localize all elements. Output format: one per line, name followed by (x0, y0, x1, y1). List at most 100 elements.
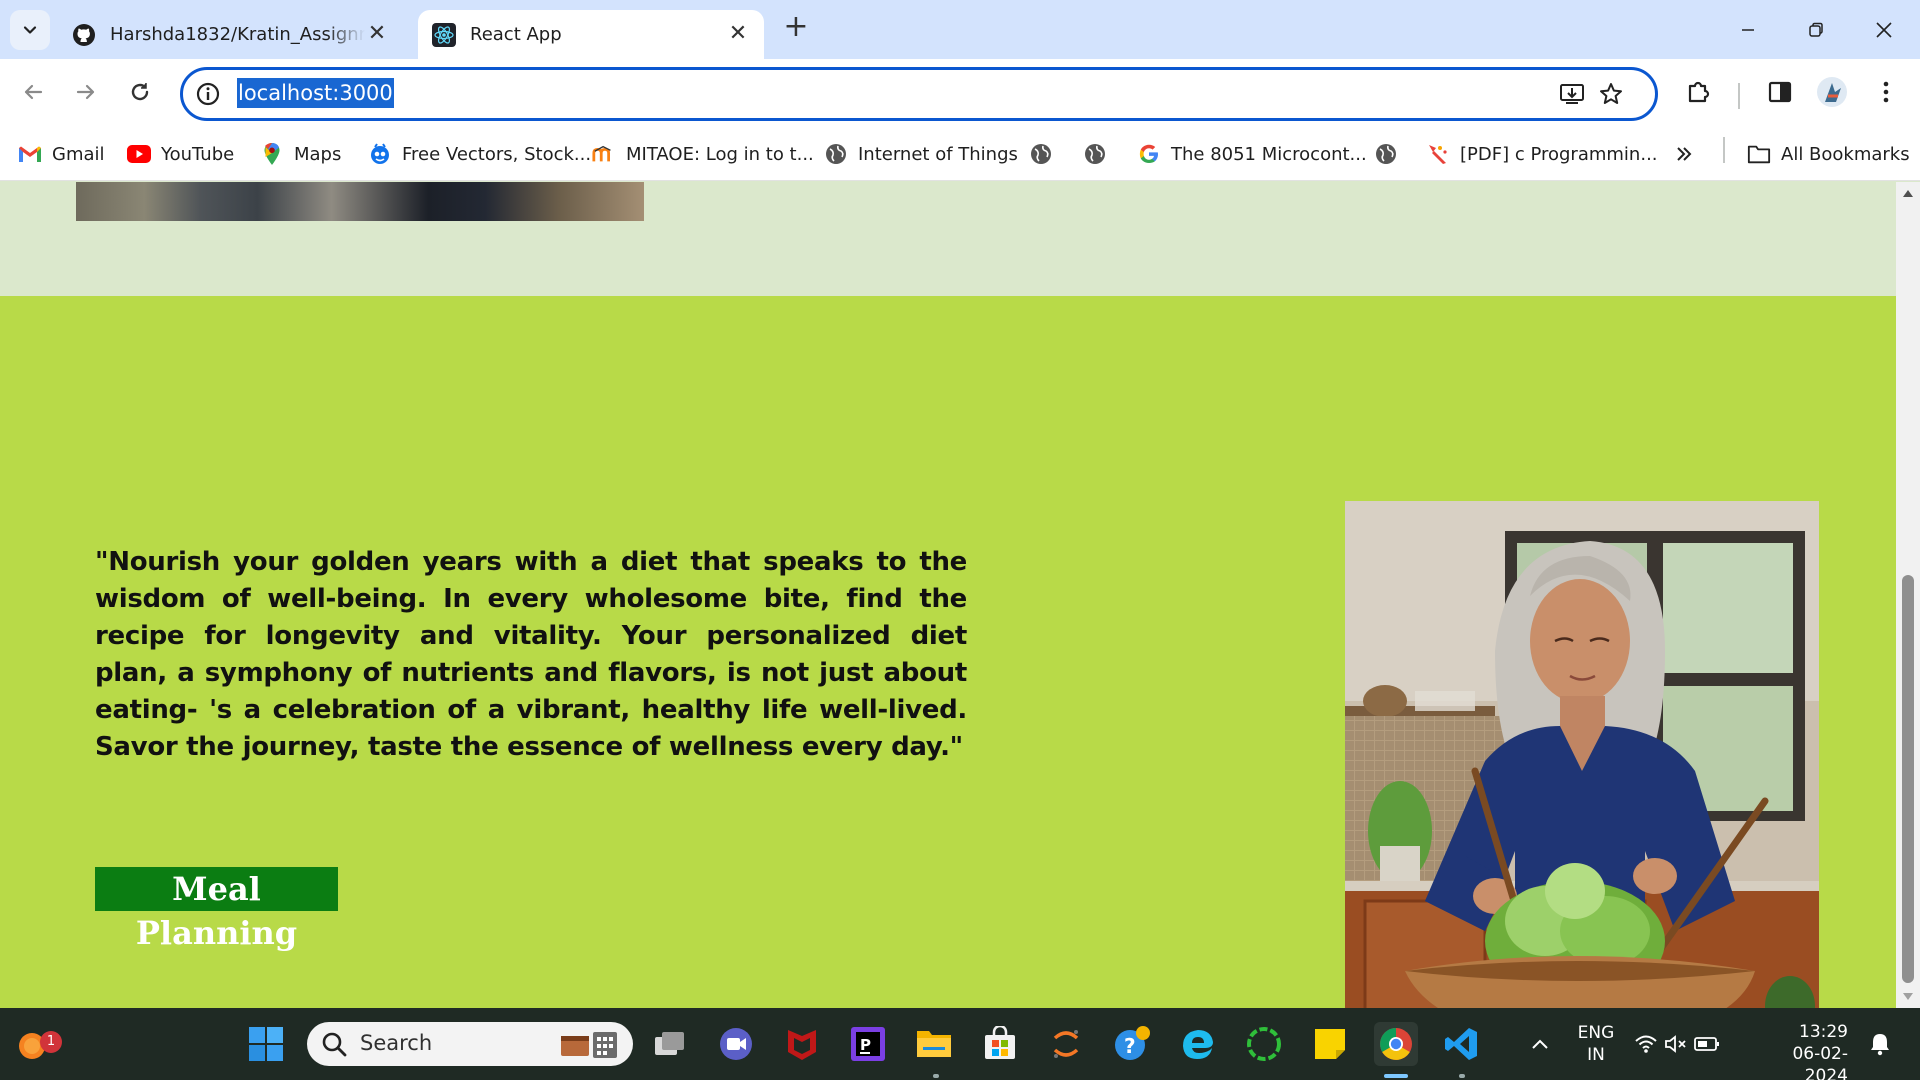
site-info-icon[interactable] (195, 81, 221, 107)
restore-button[interactable] (1794, 8, 1838, 52)
scrollbar-thumb[interactable] (1902, 575, 1914, 983)
chrome-active-indicator (1384, 1074, 1408, 1078)
forward-button[interactable] (66, 72, 106, 112)
bookmark-label: Maps (294, 143, 342, 165)
bookmark-freepik[interactable]: Free Vectors, Stock... (368, 139, 591, 169)
globe-icon (1083, 142, 1107, 166)
battery-icon (1694, 1037, 1719, 1051)
back-button[interactable] (13, 72, 53, 112)
clock[interactable]: 13:29 06-02-2024 (1752, 1021, 1848, 1080)
close-tab-icon[interactable]: ✕ (726, 22, 750, 47)
date-label: 06-02-2024 (1792, 1044, 1848, 1080)
new-tab-button[interactable]: + (779, 12, 813, 46)
bookmark-star-icon[interactable] (1596, 79, 1626, 109)
bookmarks-bar: Gmail YouTube Maps Free Vectors, Stock..… (0, 129, 1920, 181)
puzzle-icon (1688, 81, 1710, 103)
widgets-button[interactable]: 1 (10, 1022, 62, 1066)
pdf-icon (1426, 142, 1450, 166)
help-icon: ? (1115, 1026, 1150, 1060)
chrome-icon (1380, 1028, 1412, 1060)
edge-icon (1183, 1030, 1213, 1059)
bookmarks-overflow-button[interactable] (1674, 139, 1694, 169)
address-bar[interactable]: localhost:3000 (180, 67, 1658, 121)
close-icon (1876, 22, 1892, 38)
tab-github[interactable]: Harshda1832/Kratin_Assignment ✕ (58, 10, 403, 59)
bookmark-maps[interactable]: Maps (260, 139, 341, 169)
volume-muted-icon (1665, 1035, 1686, 1053)
search-highlight-icon (561, 1032, 617, 1058)
all-bookmarks-button[interactable]: All Bookmarks (1747, 139, 1910, 169)
edge-app[interactable] (1176, 1022, 1220, 1066)
diet-quote: "Nourish your golden years with a diet t… (95, 547, 967, 762)
install-app-icon[interactable] (1557, 79, 1587, 109)
browser-toolbar: localhost:3000 (0, 59, 1920, 129)
tab-react-app[interactable]: React App ✕ (418, 10, 764, 59)
chrome-app[interactable] (1374, 1022, 1418, 1066)
page-scrollbar[interactable] (1896, 182, 1920, 1008)
bookmark-c-programming[interactable]: [PDF] c Programmin... (1426, 139, 1658, 169)
reload-button[interactable] (120, 72, 160, 112)
start-button[interactable] (244, 1022, 288, 1066)
maps-icon (260, 142, 284, 166)
google-icon (1137, 142, 1161, 166)
pycharm-app[interactable]: P (846, 1022, 890, 1066)
refresh-app[interactable] (1242, 1022, 1286, 1066)
side-panel-button[interactable] (1762, 74, 1798, 110)
wifi-icon (1635, 1035, 1657, 1053)
search-icon (322, 1032, 347, 1057)
bookmark-globe-3[interactable] (1374, 139, 1408, 169)
bookmark-label: [PDF] c Programmin... (1460, 143, 1658, 165)
vscode-app[interactable] (1440, 1022, 1484, 1066)
bookmark-label: Internet of Things (858, 143, 1018, 165)
region-label: IN (1587, 1045, 1605, 1065)
video-call-icon (720, 1028, 752, 1060)
quick-settings-button[interactable] (1632, 1022, 1722, 1066)
taskbar-search[interactable]: Search (307, 1022, 633, 1066)
jupyter-app[interactable] (1044, 1022, 1088, 1066)
extensions-button[interactable] (1680, 74, 1716, 110)
sticky-notes-app[interactable] (1308, 1022, 1352, 1066)
url-text[interactable]: localhost:3000 (237, 78, 394, 108)
windows-taskbar: 1 Search P ? ENG IN 13:29 06-02-2024 (0, 1008, 1920, 1080)
chevron-double-right-icon (1677, 147, 1692, 161)
scroll-down-arrow-icon[interactable] (1903, 993, 1913, 1000)
bookmark-mitaoe[interactable]: MITAOE: Log in to t... (592, 139, 814, 169)
section-photo (76, 182, 644, 221)
arrow-left-icon (24, 84, 43, 100)
bookmark-8051[interactable]: The 8051 Microcont... (1137, 139, 1367, 169)
close-window-button[interactable] (1862, 8, 1906, 52)
chevron-down-icon (23, 26, 37, 34)
globe-icon (824, 142, 848, 166)
mcafee-app[interactable] (780, 1022, 824, 1066)
mcafee-icon (788, 1030, 816, 1060)
side-panel-icon (1768, 81, 1792, 103)
tab-search-button[interactable] (10, 10, 50, 50)
arrow-right-icon (76, 84, 95, 100)
bookmark-youtube[interactable]: YouTube (127, 139, 234, 169)
react-icon (432, 22, 456, 47)
bookmarks-divider (1723, 137, 1725, 163)
chrome-menu-button[interactable] (1868, 74, 1904, 110)
file-explorer-app[interactable] (912, 1022, 956, 1066)
meal-planning-section: "Nourish your golden years with a diet t… (0, 296, 1896, 1008)
notifications-button[interactable] (1858, 1022, 1902, 1066)
meet-app[interactable] (714, 1022, 758, 1066)
sticky-note-icon (1315, 1029, 1345, 1059)
microsoft-store-app[interactable] (978, 1022, 1022, 1066)
bookmark-globe-2[interactable] (1083, 139, 1117, 169)
task-view-button[interactable] (648, 1022, 692, 1066)
scroll-up-arrow-icon[interactable] (1903, 190, 1913, 197)
bookmark-iot[interactable]: Internet of Things (824, 139, 1018, 169)
bookmark-gmail[interactable]: Gmail (18, 139, 105, 169)
show-hidden-icons-button[interactable] (1518, 1022, 1562, 1066)
get-help-app[interactable]: ? (1110, 1022, 1154, 1066)
close-tab-icon[interactable]: ✕ (365, 22, 389, 47)
minimize-button[interactable] (1726, 8, 1770, 52)
input-language[interactable]: ENG IN (1572, 1022, 1620, 1066)
toolbar-divider (1738, 83, 1740, 109)
svg-text:?: ? (1124, 1034, 1136, 1058)
meal-planning-button[interactable]: Meal Planning (95, 867, 338, 952)
bookmark-globe-1[interactable] (1029, 139, 1063, 169)
profile-avatar[interactable] (1814, 74, 1850, 110)
bookmark-label: Gmail (52, 143, 105, 165)
